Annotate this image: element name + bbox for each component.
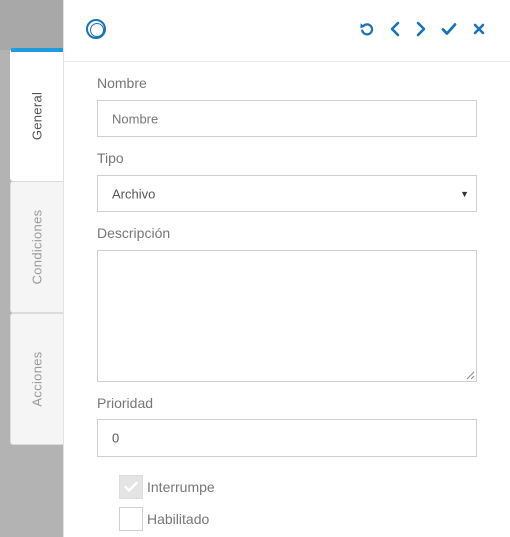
- caret-down-icon: ▼: [460, 188, 469, 199]
- nombre-input[interactable]: Nombre: [97, 100, 477, 137]
- check-icon: [124, 481, 138, 492]
- backdrop-top: [0, 0, 63, 50]
- chevron-right-icon: [416, 21, 426, 37]
- tab-general-label: General: [29, 91, 45, 141]
- tipo-select[interactable]: Archivo ▼: [97, 175, 477, 212]
- prioridad-input[interactable]: 0: [97, 419, 477, 457]
- close-icon: [473, 23, 485, 35]
- habilitado-checkbox[interactable]: [119, 507, 143, 531]
- descripcion-label: Descripción: [97, 225, 171, 241]
- undo-icon: [360, 23, 374, 36]
- previous-button[interactable]: [385, 19, 405, 39]
- tab-general[interactable]: General: [10, 48, 63, 181]
- rule-editor-panel: Nombre Nombre Tipo Archivo ▼ Descripción…: [63, 0, 510, 537]
- ring-icon: [86, 19, 106, 39]
- descripcion-textarea[interactable]: [97, 250, 477, 382]
- tab-condiciones[interactable]: Condiciones: [10, 181, 63, 313]
- confirm-button[interactable]: [439, 19, 459, 39]
- chevron-left-icon: [390, 21, 400, 37]
- reset-button[interactable]: [357, 19, 377, 39]
- nombre-label: Nombre: [97, 75, 147, 91]
- habilitado-label: Habilitado: [147, 511, 210, 527]
- tab-condiciones-label: Condiciones: [29, 209, 45, 285]
- panel-header: [64, 0, 510, 62]
- interrumpe-checkbox[interactable]: [119, 475, 143, 499]
- nombre-placeholder: Nombre: [112, 111, 159, 126]
- close-button[interactable]: [469, 19, 489, 39]
- next-button[interactable]: [411, 19, 431, 39]
- tipo-label: Tipo: [97, 150, 124, 166]
- tab-acciones[interactable]: Acciones: [10, 313, 63, 445]
- resize-grip-icon[interactable]: [466, 371, 475, 380]
- prioridad-label: Prioridad: [97, 395, 154, 411]
- interrumpe-label: Interrumpe: [147, 479, 215, 495]
- tipo-selected-value: Archivo: [112, 186, 156, 201]
- prioridad-value: 0: [112, 430, 120, 446]
- check-icon: [441, 23, 457, 35]
- tab-acciones-label: Acciones: [29, 351, 45, 407]
